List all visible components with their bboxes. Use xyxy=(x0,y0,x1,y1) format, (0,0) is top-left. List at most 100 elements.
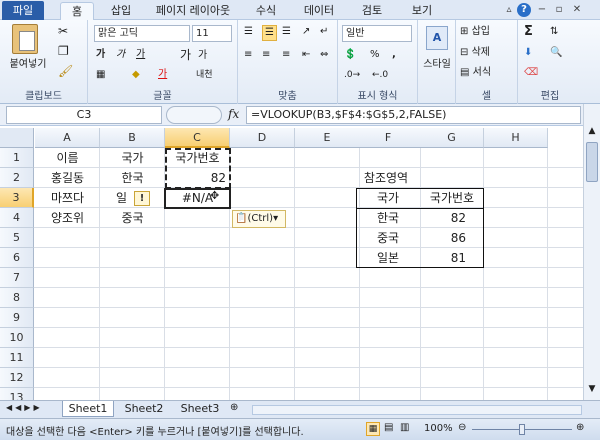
merge-center-icon[interactable]: ⇔ xyxy=(320,48,328,62)
decrease-indent-icon[interactable]: ⇤ xyxy=(302,48,310,62)
italic-button[interactable]: 가 xyxy=(116,48,125,62)
clear-icon[interactable]: ⌫ xyxy=(524,66,538,80)
increase-decimal-icon[interactable]: .0→ xyxy=(344,68,360,82)
page-break-view-icon[interactable]: ▥ xyxy=(400,422,409,433)
cell-F5[interactable]: 중국 xyxy=(356,229,420,248)
comma-button[interactable]: , xyxy=(392,48,396,62)
copy-icon[interactable]: ❐ xyxy=(58,44,69,58)
error-warning-icon[interactable]: ! xyxy=(134,191,150,206)
row-header-9[interactable]: 9 xyxy=(0,308,34,328)
cell-A3[interactable]: 마쯔다 xyxy=(35,189,100,208)
normal-view-icon[interactable]: ▦ xyxy=(366,422,380,436)
worksheet-grid[interactable]: ABCDEFGH 1 2 3 4 5 6 7 8 9 10 11 12 13 이름 국가 국가번호 홍길… xyxy=(0,128,600,400)
styles-icon[interactable]: A xyxy=(426,26,448,50)
column-header-D[interactable]: D xyxy=(230,128,295,148)
tab-review[interactable]: 검토 xyxy=(352,2,392,20)
format-cells-button[interactable]: ▤ 서식 xyxy=(460,66,491,80)
cell-A1[interactable]: 이름 xyxy=(35,149,100,168)
tab-view[interactable]: 보기 xyxy=(402,2,442,20)
sheet-nav-icon[interactable]: ◀◀▶▶ xyxy=(6,403,43,412)
bold-button[interactable]: 가 xyxy=(96,48,105,62)
window-minimize-icon[interactable]: − xyxy=(535,3,549,17)
borders-icon[interactable]: ▦ xyxy=(96,68,105,82)
find-select-icon[interactable]: 🔍 xyxy=(550,46,562,60)
currency-icon[interactable]: 💲 xyxy=(344,48,356,62)
tab-page-layout[interactable]: 페이지 레이아웃 xyxy=(150,2,236,20)
underline-button[interactable]: 가 xyxy=(136,48,145,62)
column-header-H[interactable]: H xyxy=(484,128,548,148)
row-header-1[interactable]: 1 xyxy=(0,148,34,168)
scroll-up-icon[interactable]: ▲ xyxy=(585,126,599,140)
tab-insert[interactable]: 삽입 xyxy=(104,2,138,20)
cell-B2[interactable]: 한국 xyxy=(100,169,165,188)
cell-B4[interactable]: 중국 xyxy=(100,209,165,228)
font-size-dropdown[interactable]: 11 xyxy=(192,25,232,42)
autosum-button[interactable]: Σ xyxy=(524,25,533,39)
row-header-11[interactable]: 11 xyxy=(0,348,34,368)
font-name-dropdown[interactable]: 맑은 고딕 xyxy=(94,25,190,42)
row-header-5[interactable]: 5 xyxy=(0,228,34,248)
fill-icon[interactable]: ⬇ xyxy=(524,46,532,60)
format-painter-icon[interactable]: 🖌 xyxy=(58,64,73,78)
paste-button[interactable]: 붙여넣기 xyxy=(4,58,52,72)
name-box[interactable]: C3 xyxy=(6,106,162,124)
paste-icon[interactable] xyxy=(12,24,38,54)
window-restore-icon[interactable]: ▫ xyxy=(552,3,566,17)
cell-F3[interactable]: 국가 xyxy=(356,189,420,208)
align-bottom-icon[interactable]: ☰ xyxy=(282,25,291,39)
cut-icon[interactable]: ✂ xyxy=(58,24,68,38)
row-header-12[interactable]: 12 xyxy=(0,368,34,388)
orientation-icon[interactable]: ↗ xyxy=(302,25,310,39)
zoom-slider-thumb[interactable] xyxy=(519,424,525,435)
row-header-7[interactable]: 7 xyxy=(0,268,34,288)
row-header-3[interactable]: 3 xyxy=(0,188,34,208)
align-middle-icon[interactable]: ☰ xyxy=(262,25,277,41)
styles-button[interactable]: 스타일 xyxy=(418,58,456,72)
cell-G3[interactable]: 국가번호 xyxy=(420,189,484,208)
cell-A2[interactable]: 홍길동 xyxy=(35,169,100,188)
column-header-F[interactable]: F xyxy=(356,128,421,148)
font-color-button[interactable]: 가 xyxy=(158,68,167,82)
align-top-icon[interactable]: ☰ xyxy=(244,25,253,39)
help-icon[interactable]: ? xyxy=(517,3,531,17)
cell-F6[interactable]: 일본 xyxy=(356,249,420,268)
align-center-icon[interactable]: ≡ xyxy=(262,48,270,62)
percent-button[interactable]: % xyxy=(370,48,380,62)
insert-function-button[interactable]: fx xyxy=(228,107,239,121)
column-header-E[interactable]: E xyxy=(295,128,360,148)
tab-home[interactable]: 홈 xyxy=(60,2,94,20)
sheet-tab-2[interactable]: Sheet2 xyxy=(118,401,170,417)
scroll-down-icon[interactable]: ▼ xyxy=(585,384,599,398)
column-header-A[interactable]: A xyxy=(35,128,100,148)
paste-options-button[interactable]: 📋(Ctrl)▾ xyxy=(232,210,286,228)
cell-F4[interactable]: 한국 xyxy=(356,209,420,228)
formula-input[interactable]: =VLOOKUP(B3,$F$4:$G$5,2,FALSE) xyxy=(246,106,581,124)
wrap-text-icon[interactable]: ↵ xyxy=(320,25,328,39)
horizontal-scrollbar[interactable] xyxy=(252,405,582,415)
align-left-icon[interactable]: ≡ xyxy=(244,48,252,62)
row-header-2[interactable]: 2 xyxy=(0,168,34,188)
insert-cells-button[interactable]: ⊞ 삽입 xyxy=(460,25,490,39)
font-shrink-button[interactable]: 가 xyxy=(198,49,207,63)
row-header-10[interactable]: 10 xyxy=(0,328,34,348)
font-grow-button[interactable]: 가 xyxy=(180,48,191,62)
phonetic-button[interactable]: 내천 xyxy=(196,68,213,82)
column-header-G[interactable]: G xyxy=(420,128,484,148)
sheet-tab-3[interactable]: Sheet3 xyxy=(174,401,226,417)
vertical-scrollbar[interactable]: ▲ ▼ xyxy=(583,104,600,400)
row-header-8[interactable]: 8 xyxy=(0,288,34,308)
column-header-C[interactable]: C xyxy=(165,128,230,148)
cell-A4[interactable]: 양조위 xyxy=(35,209,100,228)
cell-G6[interactable]: 81 xyxy=(420,249,470,268)
sort-filter-icon[interactable]: ⇅ xyxy=(550,25,558,39)
sheet-tab-1[interactable]: Sheet1 xyxy=(62,401,114,417)
tab-data[interactable]: 데이터 xyxy=(296,2,342,20)
zoom-out-icon[interactable]: ⊖ xyxy=(458,422,466,433)
row-header-6[interactable]: 6 xyxy=(0,248,34,268)
new-sheet-icon[interactable]: ⊕ xyxy=(230,402,238,413)
delete-cells-button[interactable]: ⊟ 삭제 xyxy=(460,46,490,60)
fill-color-icon[interactable]: ◆ xyxy=(132,68,140,82)
column-header-B[interactable]: B xyxy=(100,128,165,148)
tab-formulas[interactable]: 수식 xyxy=(246,2,286,20)
number-format-dropdown[interactable]: 일반 xyxy=(342,25,412,42)
